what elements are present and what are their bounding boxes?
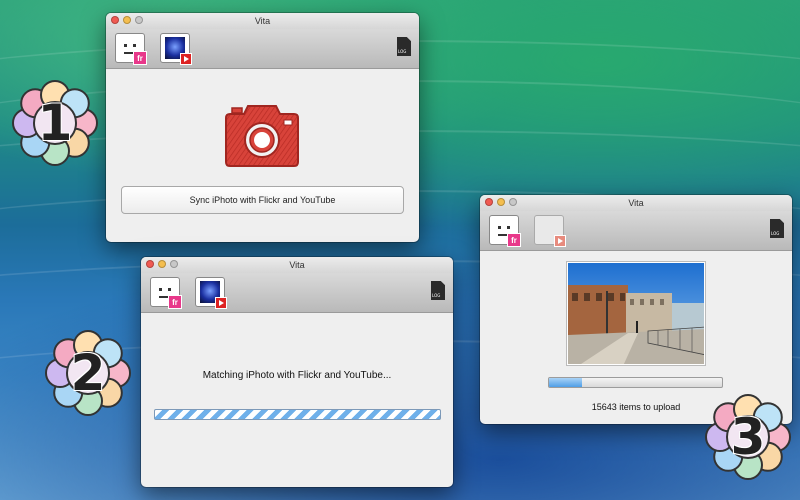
camera-icon bbox=[224, 102, 300, 179]
step-number: 1 bbox=[37, 94, 73, 152]
step-badge-2: 2 bbox=[42, 327, 134, 419]
sync-button[interactable]: Sync iPhoto with Flickr and YouTube bbox=[121, 186, 404, 214]
log-file-icon[interactable]: LOG bbox=[770, 219, 784, 238]
vita-window-upload: Vita fr LOG 15643 items to upload bbox=[480, 195, 792, 424]
title-bar[interactable]: Vita bbox=[480, 195, 792, 211]
window-title: Vita bbox=[254, 16, 271, 26]
minimize-window-button[interactable] bbox=[158, 260, 166, 268]
youtube-service-icon[interactable] bbox=[534, 215, 566, 247]
youtube-play-icon bbox=[554, 235, 566, 247]
youtube-play-icon bbox=[180, 53, 192, 65]
main-content: Sync iPhoto with Flickr and YouTube bbox=[106, 69, 419, 241]
toolbar: fr LOG bbox=[141, 273, 453, 313]
zoom-window-button[interactable] bbox=[509, 198, 517, 206]
current-photo-preview bbox=[567, 262, 705, 365]
minimize-window-button[interactable] bbox=[497, 198, 505, 206]
close-window-button[interactable] bbox=[146, 260, 154, 268]
window-title: Vita bbox=[628, 198, 644, 208]
toolbar: fr LOG bbox=[480, 211, 792, 251]
vita-window-matching: Vita fr LOG Matching iPhoto with Flickr … bbox=[141, 257, 453, 487]
log-file-icon[interactable]: LOG bbox=[397, 37, 411, 56]
matching-status-text: Matching iPhoto with Flickr and YouTube.… bbox=[202, 370, 392, 381]
step-badge-1: 1 bbox=[9, 77, 101, 169]
main-content: Matching iPhoto with Flickr and YouTube.… bbox=[141, 313, 453, 486]
indeterminate-progress-bar bbox=[154, 409, 441, 420]
flickr-service-icon[interactable]: fr bbox=[115, 33, 147, 65]
flickr-badge: fr bbox=[133, 51, 147, 65]
window-title: Vita bbox=[289, 260, 305, 270]
zoom-window-button[interactable] bbox=[170, 260, 178, 268]
step-number: 2 bbox=[70, 344, 106, 402]
title-bar[interactable]: Vita bbox=[141, 257, 453, 273]
close-window-button[interactable] bbox=[485, 198, 493, 206]
step-badge-3: 3 bbox=[702, 391, 794, 483]
step-number: 3 bbox=[730, 408, 766, 466]
toolbar: fr LOG bbox=[106, 29, 419, 69]
youtube-service-icon[interactable] bbox=[160, 33, 192, 65]
youtube-service-icon[interactable] bbox=[195, 277, 227, 309]
flickr-service-icon[interactable]: fr bbox=[489, 215, 521, 247]
title-bar[interactable]: Vita bbox=[106, 13, 419, 29]
flickr-badge: fr bbox=[507, 233, 521, 247]
vita-window-sync: Vita fr LOG Sync iPhoto with Flickr and … bbox=[106, 13, 419, 242]
youtube-play-icon bbox=[215, 297, 227, 309]
close-window-button[interactable] bbox=[111, 16, 119, 24]
flickr-badge: fr bbox=[168, 295, 182, 309]
minimize-window-button[interactable] bbox=[123, 16, 131, 24]
log-file-icon[interactable]: LOG bbox=[431, 281, 445, 300]
upload-progress-track bbox=[548, 377, 723, 388]
zoom-window-button[interactable] bbox=[135, 16, 143, 24]
upload-progress-fill bbox=[549, 378, 582, 387]
flickr-service-icon[interactable]: fr bbox=[150, 277, 182, 309]
